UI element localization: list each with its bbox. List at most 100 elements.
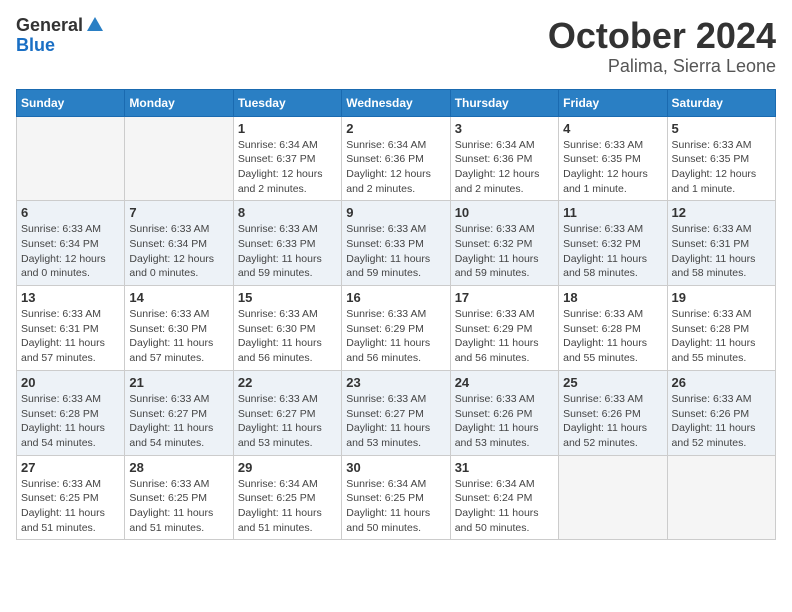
day-info: Sunrise: 6:33 AM Sunset: 6:25 PM Dayligh… <box>129 477 228 536</box>
day-number: 12 <box>672 205 771 220</box>
calendar-cell: 14 Sunrise: 6:33 AM Sunset: 6:30 PM Dayli… <box>125 286 233 371</box>
day-info: Sunrise: 6:33 AM Sunset: 6:31 PM Dayligh… <box>672 222 771 281</box>
day-info: Sunrise: 6:33 AM Sunset: 6:26 PM Dayligh… <box>672 392 771 451</box>
day-number: 15 <box>238 290 337 305</box>
calendar-cell: 2 Sunrise: 6:34 AM Sunset: 6:36 PM Daylig… <box>342 116 450 201</box>
day-info: Sunrise: 6:33 AM Sunset: 6:30 PM Dayligh… <box>238 307 337 366</box>
day-info: Sunrise: 6:33 AM Sunset: 6:27 PM Dayligh… <box>238 392 337 451</box>
day-number: 23 <box>346 375 445 390</box>
calendar-cell: 29 Sunrise: 6:34 AM Sunset: 6:25 PM Dayli… <box>233 455 341 540</box>
logo: General Blue <box>16 16 105 56</box>
calendar-header-wednesday: Wednesday <box>342 89 450 116</box>
calendar-cell <box>125 116 233 201</box>
day-number: 18 <box>563 290 662 305</box>
calendar-cell: 13 Sunrise: 6:33 AM Sunset: 6:31 PM Dayli… <box>17 286 125 371</box>
calendar-cell: 25Sunrise: 6:33 AM Sunset: 6:26 PM Dayli… <box>559 370 667 455</box>
page-header: General Blue October 2024 Palima, Sierra… <box>16 16 776 77</box>
day-number: 2 <box>346 121 445 136</box>
day-number: 8 <box>238 205 337 220</box>
day-number: 6 <box>21 205 120 220</box>
day-info: Sunrise: 6:33 AM Sunset: 6:35 PM Dayligh… <box>563 138 662 197</box>
calendar-cell: 11 Sunrise: 6:33 AM Sunset: 6:32 PM Dayli… <box>559 201 667 286</box>
calendar-cell: 15 Sunrise: 6:33 AM Sunset: 6:30 PM Dayli… <box>233 286 341 371</box>
day-number: 13 <box>21 290 120 305</box>
day-number: 17 <box>455 290 554 305</box>
calendar-week-row: 13 Sunrise: 6:33 AM Sunset: 6:31 PM Dayli… <box>17 286 776 371</box>
day-info: Sunrise: 6:33 AM Sunset: 6:29 PM Dayligh… <box>346 307 445 366</box>
day-info: Sunrise: 6:33 AM Sunset: 6:27 PM Dayligh… <box>346 392 445 451</box>
day-info: Sunrise: 6:33 AM Sunset: 6:26 PM Dayligh… <box>563 392 662 451</box>
day-number: 27 <box>21 460 120 475</box>
calendar-week-row: 1Sunrise: 6:34 AM Sunset: 6:37 PM Daylig… <box>17 116 776 201</box>
calendar-cell: 4 Sunrise: 6:33 AM Sunset: 6:35 PM Daylig… <box>559 116 667 201</box>
title-section: October 2024 Palima, Sierra Leone <box>548 16 776 77</box>
day-number: 11 <box>563 205 662 220</box>
calendar-cell: 26Sunrise: 6:33 AM Sunset: 6:26 PM Dayli… <box>667 370 775 455</box>
calendar-cell: 5Sunrise: 6:33 AM Sunset: 6:35 PM Daylig… <box>667 116 775 201</box>
day-info: Sunrise: 6:34 AM Sunset: 6:25 PM Dayligh… <box>346 477 445 536</box>
calendar-header-row: SundayMondayTuesdayWednesdayThursdayFrid… <box>17 89 776 116</box>
calendar-cell: 30 Sunrise: 6:34 AM Sunset: 6:25 PM Dayli… <box>342 455 450 540</box>
calendar-header-monday: Monday <box>125 89 233 116</box>
day-info: Sunrise: 6:33 AM Sunset: 6:34 PM Dayligh… <box>21 222 120 281</box>
calendar-cell: 16Sunrise: 6:33 AM Sunset: 6:29 PM Dayli… <box>342 286 450 371</box>
calendar-cell <box>667 455 775 540</box>
logo-blue-text: Blue <box>16 36 55 56</box>
day-info: Sunrise: 6:33 AM Sunset: 6:33 PM Dayligh… <box>238 222 337 281</box>
calendar-cell: 19Sunrise: 6:33 AM Sunset: 6:28 PM Dayli… <box>667 286 775 371</box>
calendar-cell: 6 Sunrise: 6:33 AM Sunset: 6:34 PM Daylig… <box>17 201 125 286</box>
calendar-week-row: 6 Sunrise: 6:33 AM Sunset: 6:34 PM Daylig… <box>17 201 776 286</box>
calendar-cell: 7Sunrise: 6:33 AM Sunset: 6:34 PM Daylig… <box>125 201 233 286</box>
day-info: Sunrise: 6:34 AM Sunset: 6:36 PM Dayligh… <box>346 138 445 197</box>
calendar-cell: 31 Sunrise: 6:34 AM Sunset: 6:24 PM Dayli… <box>450 455 558 540</box>
calendar-week-row: 20 Sunrise: 6:33 AM Sunset: 6:28 PM Dayli… <box>17 370 776 455</box>
day-number: 10 <box>455 205 554 220</box>
calendar-cell: 28 Sunrise: 6:33 AM Sunset: 6:25 PM Dayli… <box>125 455 233 540</box>
day-info: Sunrise: 6:34 AM Sunset: 6:24 PM Dayligh… <box>455 477 554 536</box>
calendar-cell: 1Sunrise: 6:34 AM Sunset: 6:37 PM Daylig… <box>233 116 341 201</box>
day-info: Sunrise: 6:33 AM Sunset: 6:32 PM Dayligh… <box>563 222 662 281</box>
day-number: 22 <box>238 375 337 390</box>
calendar-week-row: 27 Sunrise: 6:33 AM Sunset: 6:25 PM Dayli… <box>17 455 776 540</box>
day-info: Sunrise: 6:33 AM Sunset: 6:26 PM Dayligh… <box>455 392 554 451</box>
calendar-cell <box>559 455 667 540</box>
calendar-cell: 8 Sunrise: 6:33 AM Sunset: 6:33 PM Daylig… <box>233 201 341 286</box>
calendar-cell: 23 Sunrise: 6:33 AM Sunset: 6:27 PM Dayli… <box>342 370 450 455</box>
day-info: Sunrise: 6:33 AM Sunset: 6:28 PM Dayligh… <box>21 392 120 451</box>
day-number: 7 <box>129 205 228 220</box>
calendar-cell: 3 Sunrise: 6:34 AM Sunset: 6:36 PM Daylig… <box>450 116 558 201</box>
day-info: Sunrise: 6:34 AM Sunset: 6:25 PM Dayligh… <box>238 477 337 536</box>
calendar-header-friday: Friday <box>559 89 667 116</box>
calendar-cell: 18Sunrise: 6:33 AM Sunset: 6:28 PM Dayli… <box>559 286 667 371</box>
day-number: 30 <box>346 460 445 475</box>
day-number: 14 <box>129 290 228 305</box>
day-number: 9 <box>346 205 445 220</box>
day-info: Sunrise: 6:33 AM Sunset: 6:29 PM Dayligh… <box>455 307 554 366</box>
calendar-table: SundayMondayTuesdayWednesdayThursdayFrid… <box>16 89 776 541</box>
calendar-cell: 10 Sunrise: 6:33 AM Sunset: 6:32 PM Dayli… <box>450 201 558 286</box>
day-number: 28 <box>129 460 228 475</box>
day-info: Sunrise: 6:33 AM Sunset: 6:33 PM Dayligh… <box>346 222 445 281</box>
day-number: 3 <box>455 121 554 136</box>
day-info: Sunrise: 6:33 AM Sunset: 6:32 PM Dayligh… <box>455 222 554 281</box>
day-number: 4 <box>563 121 662 136</box>
calendar-cell: 12 Sunrise: 6:33 AM Sunset: 6:31 PM Dayli… <box>667 201 775 286</box>
calendar-header-tuesday: Tuesday <box>233 89 341 116</box>
calendar-cell: 24Sunrise: 6:33 AM Sunset: 6:26 PM Dayli… <box>450 370 558 455</box>
calendar-cell: 22 Sunrise: 6:33 AM Sunset: 6:27 PM Dayli… <box>233 370 341 455</box>
day-info: Sunrise: 6:33 AM Sunset: 6:28 PM Dayligh… <box>672 307 771 366</box>
calendar-cell: 21 Sunrise: 6:33 AM Sunset: 6:27 PM Dayli… <box>125 370 233 455</box>
day-info: Sunrise: 6:33 AM Sunset: 6:31 PM Dayligh… <box>21 307 120 366</box>
day-info: Sunrise: 6:33 AM Sunset: 6:35 PM Dayligh… <box>672 138 771 197</box>
day-info: Sunrise: 6:33 AM Sunset: 6:27 PM Dayligh… <box>129 392 228 451</box>
day-number: 29 <box>238 460 337 475</box>
day-number: 1 <box>238 121 337 136</box>
calendar-cell: 20 Sunrise: 6:33 AM Sunset: 6:28 PM Dayli… <box>17 370 125 455</box>
calendar-cell: 17 Sunrise: 6:33 AM Sunset: 6:29 PM Dayli… <box>450 286 558 371</box>
day-number: 31 <box>455 460 554 475</box>
day-info: Sunrise: 6:33 AM Sunset: 6:30 PM Dayligh… <box>129 307 228 366</box>
day-number: 21 <box>129 375 228 390</box>
logo-icon <box>85 15 105 35</box>
day-info: Sunrise: 6:34 AM Sunset: 6:36 PM Dayligh… <box>455 138 554 197</box>
day-number: 20 <box>21 375 120 390</box>
